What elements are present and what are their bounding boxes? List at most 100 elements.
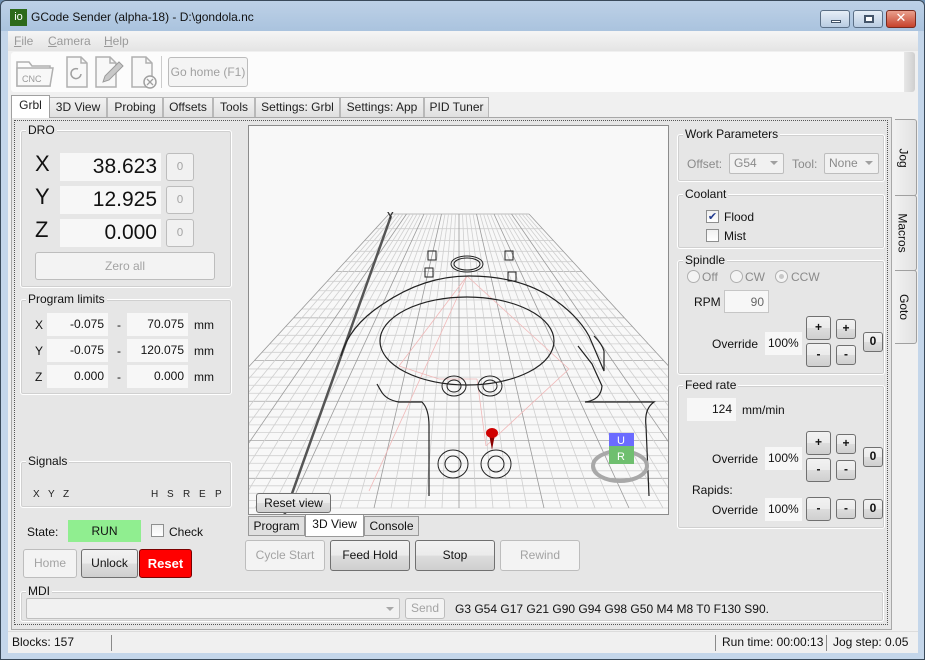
toolbar-separator [161, 56, 162, 88]
toolbar-overflow-grip[interactable] [904, 52, 915, 92]
edit-file-icon[interactable] [93, 54, 125, 90]
flood-checkbox[interactable]: ✔ [706, 210, 719, 223]
subtab-console[interactable]: Console [364, 516, 419, 536]
signals-title: Signals [26, 454, 70, 468]
reset-view-button[interactable]: Reset view [256, 493, 331, 513]
close-button[interactable]: ✕ [886, 10, 916, 28]
limit-x-unit: mm [194, 318, 214, 332]
work-parameters-title: Work Parameters [683, 127, 781, 141]
side-tab-goto[interactable]: Goto [895, 270, 917, 344]
tab-3d-view[interactable]: 3D View [49, 97, 107, 117]
feed-hold-button[interactable]: Feed Hold [330, 540, 410, 571]
side-tab-macros-label: Macros [895, 213, 910, 253]
mist-checkbox[interactable] [706, 229, 719, 242]
view-cube-top-label: U [617, 435, 625, 447]
menu-file[interactable]: File [14, 34, 33, 48]
limit-y-sep: - [117, 344, 121, 358]
tool-select-value: None [829, 156, 858, 170]
limit-y-min: -0.075 [47, 339, 108, 362]
limit-z-label: Z [35, 370, 43, 384]
toolpath-scene: Y UR [249, 211, 668, 514]
offset-label: Offset: [687, 157, 723, 171]
tab-grbl[interactable]: Grbl [11, 95, 50, 118]
tab-offsets[interactable]: Offsets [163, 97, 213, 117]
zero-x-button[interactable]: 0 [166, 153, 194, 181]
rewind-button[interactable]: Rewind [500, 540, 580, 571]
app-window: io GCode Sender (alpha-18) - D:\gondola.… [0, 0, 925, 660]
side-tab-goto-label: Goto [897, 293, 912, 321]
limit-y-label: Y [35, 344, 44, 358]
feed-minus-1-button[interactable]: - [836, 460, 856, 480]
spindle-cw-radio[interactable] [730, 270, 743, 283]
check-mode-checkbox[interactable] [151, 524, 164, 537]
side-tab-jog-label: Jog [896, 147, 911, 168]
rpm-field[interactable]: 90 [724, 290, 769, 313]
modal-state-text: G3 G54 G17 G21 G90 G94 G98 G50 M4 M8 T0 … [455, 602, 769, 616]
open-cnc-file-icon[interactable]: CNC [14, 54, 56, 90]
open-icon-label: CNC [22, 74, 42, 84]
go-home-button[interactable]: Go home (F1) [168, 57, 248, 87]
mdi-input[interactable] [26, 598, 400, 619]
minimize-button[interactable] [820, 10, 850, 28]
3d-viewport[interactable]: Y UR Reset view [248, 125, 669, 515]
spindle-override-reset-button[interactable]: 0 [863, 332, 883, 352]
cycle-start-button[interactable]: Cycle Start [245, 540, 325, 571]
spindle-plus-10-button[interactable]: + [806, 316, 831, 340]
feed-override-reset-button[interactable]: 0 [863, 447, 883, 467]
menu-camera[interactable]: Camera [48, 34, 91, 48]
maximize-button[interactable] [853, 10, 883, 28]
title-bar[interactable]: io GCode Sender (alpha-18) - D:\gondola.… [1, 1, 924, 31]
unlock-button[interactable]: Unlock [81, 549, 138, 578]
minimize-icon [831, 20, 841, 23]
status-bar: Blocks: 157 Run time: 00:00:13 Jog step:… [8, 631, 918, 653]
feed-plus-10-button[interactable]: + [806, 431, 831, 455]
rapids-minus-button[interactable]: - [806, 497, 831, 521]
mdi-send-button[interactable]: Send [405, 598, 445, 619]
tab-probing[interactable]: Probing [107, 97, 163, 117]
signal-s: S [167, 489, 174, 500]
dro-z-value: 0.000 [60, 219, 161, 247]
program-limits-group: Program limits X -0.075 - 70.075 mm Y -0… [20, 292, 232, 395]
limit-y-unit: mm [194, 344, 214, 358]
offset-select[interactable]: G54 [729, 153, 784, 174]
reload-icon[interactable] [64, 54, 90, 90]
feed-plus-1-button[interactable]: + [836, 434, 856, 454]
zero-all-button[interactable]: Zero all [35, 252, 215, 280]
subtab-program[interactable]: Program [248, 516, 305, 536]
close-file-icon[interactable] [129, 54, 159, 90]
signal-z: Z [63, 489, 70, 500]
zero-y-button[interactable]: 0 [166, 186, 194, 214]
tab-settings-app[interactable]: Settings: App [340, 97, 424, 117]
tab-settings-grbl[interactable]: Settings: Grbl [255, 97, 340, 117]
offset-select-value: G54 [734, 156, 757, 170]
tab-tools[interactable]: Tools [213, 97, 255, 117]
subtab-3d-view[interactable]: 3D View [305, 515, 364, 537]
rapids-minus-small-button[interactable]: - [836, 499, 856, 519]
limit-z-sep: - [117, 370, 121, 384]
reset-button[interactable]: Reset [139, 549, 192, 578]
spindle-minus-1-button[interactable]: - [836, 345, 856, 365]
spindle-off-radio[interactable] [687, 270, 700, 283]
grbl-tab-page: DRO X 38.623 0 Y 12.925 0 Z 0.000 0 Zero… [11, 117, 892, 630]
rpm-label: RPM [694, 295, 721, 309]
feed-rate-group: Feed rate 124 mm/min Override 100% + - +… [677, 378, 885, 529]
home-button[interactable]: Home [23, 549, 77, 578]
dro-title: DRO [26, 123, 57, 137]
spindle-ccw-radio[interactable] [775, 270, 788, 283]
rapids-label: Rapids: [692, 483, 733, 497]
limit-z-min: 0.000 [47, 365, 108, 388]
app-icon: io [10, 9, 27, 26]
side-tab-jog[interactable]: Jog [895, 119, 917, 196]
side-tab-macros[interactable]: Macros [895, 195, 917, 271]
rapids-reset-button[interactable]: 0 [863, 499, 883, 519]
feed-minus-10-button[interactable]: - [806, 458, 831, 482]
tool-select[interactable]: None [824, 153, 879, 174]
spindle-minus-10-button[interactable]: - [806, 343, 831, 367]
tab-pid-tuner[interactable]: PID Tuner [424, 97, 489, 117]
menu-help[interactable]: Help [104, 34, 129, 48]
dro-y-value: 12.925 [60, 186, 161, 214]
dro-x-label: X [35, 151, 50, 176]
spindle-plus-1-button[interactable]: + [836, 319, 856, 339]
stop-button[interactable]: Stop [415, 540, 495, 571]
zero-z-button[interactable]: 0 [166, 219, 194, 247]
